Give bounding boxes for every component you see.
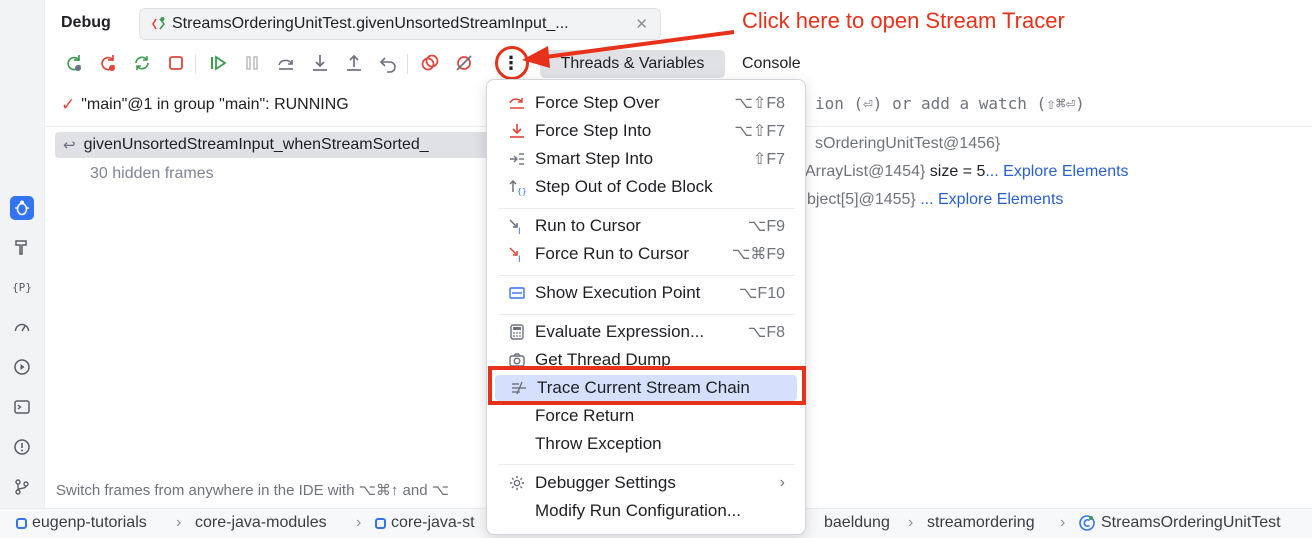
menu-separator (499, 464, 795, 465)
chevron-right-icon: › (779, 474, 785, 491)
stack-frame-row[interactable]: ↩ givenUnsortedStreamInput_whenStreamSor… (55, 132, 515, 158)
breadcrumb-label: StreamsOrderingUnitTest (1101, 514, 1281, 531)
run-to-cursor-icon: I (507, 216, 527, 236)
force-run-to-cursor-icon: I (507, 244, 527, 264)
menu-item-shortcut: ⌥F10 (738, 285, 785, 302)
breadcrumb-item[interactable]: eugenp-tutorials (16, 514, 147, 532)
gear-icon (507, 473, 527, 493)
git-icon[interactable] (10, 475, 34, 499)
force-step-into-icon (507, 121, 527, 141)
menu-item-label: Force Run to Cursor (535, 244, 689, 263)
menu-item-debugger-settings[interactable]: Debugger Settings › (493, 470, 799, 496)
class-icon (1079, 515, 1095, 531)
module-icon (16, 517, 27, 529)
menu-item-label: Show Execution Point (535, 283, 701, 302)
menu-item-shortcut: ⌥⇧F8 (734, 95, 785, 112)
variable-row-array[interactable]: bject[5]@1455} ... Explore Elements (807, 191, 1063, 209)
breadcrumb-label: baeldung (824, 514, 890, 531)
variable-value: ArrayList@1454} (805, 163, 926, 180)
variables-icon[interactable]: {P} (10, 275, 34, 299)
svg-text:{}: {} (517, 187, 526, 196)
menu-item-label: Force Step Over (535, 93, 660, 112)
thread-status: "main"@1 in group "main": RUNNING (81, 96, 349, 113)
breadcrumb-label: streamordering (927, 514, 1035, 531)
menu-item-force-step-into[interactable]: Force Step Into ⌥⇧F7 (493, 118, 799, 144)
execution-point-icon (507, 283, 527, 303)
chevron-right-icon: › (908, 514, 914, 531)
hammer-icon[interactable] (10, 235, 34, 259)
svg-text:I: I (518, 227, 521, 235)
checkmark-icon: ✓ (61, 95, 76, 114)
menu-item-run-to-cursor[interactable]: I Run to Cursor ⌥F9 (493, 213, 799, 239)
menu-item-evaluate-expression[interactable]: Evaluate Expression... ⌥F8 (493, 319, 799, 345)
menu-item-shortcut: ⌥⇧F7 (734, 123, 785, 140)
chevron-right-icon: › (176, 514, 182, 531)
menu-item-label: Modify Run Configuration... (535, 501, 741, 520)
problems-icon[interactable] (10, 435, 34, 459)
smart-step-into-icon (507, 149, 527, 169)
menu-separator (499, 208, 795, 209)
menu-item-modify-run-configuration[interactable]: Modify Run Configuration... (493, 498, 799, 524)
module-icon (375, 517, 386, 529)
menu-separator (499, 275, 795, 276)
menu-item-label: Evaluate Expression... (535, 322, 705, 341)
force-step-over-icon (507, 93, 527, 113)
breadcrumb-item[interactable]: baeldung (824, 514, 890, 532)
switch-frames-hint: Switch frames from anywhere in the IDE w… (56, 482, 450, 499)
terminal-icon[interactable] (10, 395, 34, 419)
return-arrow-icon: ↩ (63, 137, 76, 154)
breadcrumb-item[interactable]: streamordering (927, 514, 1035, 532)
menu-item-shortcut: ⌥⌘F9 (731, 246, 785, 263)
menu-separator (499, 314, 795, 315)
menu-item-shortcut: ⇧F7 (752, 151, 785, 168)
more-actions-menu: Force Step Over ⌥⇧F8 Force Step Into ⌥⇧F… (486, 79, 806, 535)
svg-text:I: I (518, 255, 521, 263)
chevron-right-icon: › (356, 514, 362, 531)
breadcrumb-item[interactable]: StreamsOrderingUnitTest (1078, 514, 1281, 532)
variable-row-list[interactable]: ArrayList@1454} size = 5... Explore Elem… (805, 163, 1129, 181)
annotation-arrow (522, 30, 735, 68)
menu-item-shortcut: ⌥F8 (747, 324, 785, 341)
explore-elements-link[interactable]: ... Explore Elements (920, 191, 1063, 208)
variable-size: size = 5 (929, 163, 986, 180)
breadcrumb-label: core-java-st (391, 514, 475, 531)
menu-item-label: Force Step Into (535, 121, 652, 140)
menu-item-shortcut: ⌥F9 (747, 218, 785, 235)
breadcrumb-item[interactable]: core-java-st (375, 514, 475, 532)
menu-item-throw-exception[interactable]: Throw Exception (493, 431, 799, 457)
menu-item-label: Smart Step Into (535, 149, 654, 168)
stack-frame-label: givenUnsortedStreamInput_whenStreamSorte… (83, 136, 429, 153)
step-out-block-icon: {} (507, 177, 527, 197)
services-icon[interactable] (10, 355, 34, 379)
menu-item-label: Debugger Settings (535, 473, 676, 492)
menu-item-label: Force Return (535, 406, 635, 425)
watch-hint[interactable]: ion (⏎) or add a watch (⇧⌘⏎) (815, 94, 1085, 113)
menu-item-force-return[interactable]: Force Return (493, 403, 799, 429)
menu-item-force-step-over[interactable]: Force Step Over ⌥⇧F8 (493, 90, 799, 116)
menu-item-show-execution-point[interactable]: Show Execution Point ⌥F10 (493, 280, 799, 306)
explore-elements-link[interactable]: ... Explore Elements (985, 163, 1128, 180)
menu-item-force-run-to-cursor[interactable]: I Force Run to Cursor ⌥⌘F9 (493, 241, 799, 267)
thread-selector[interactable]: ✓ "main"@1 in group "main": RUNNING (61, 95, 349, 115)
hidden-frames-label[interactable]: 30 hidden frames (90, 165, 214, 183)
menu-item-smart-step-into[interactable]: Smart Step Into ⇧F7 (493, 146, 799, 172)
menu-item-step-out-of-code-block[interactable]: {} Step Out of Code Block (493, 174, 799, 200)
breadcrumb-label: eugenp-tutorials (32, 514, 147, 531)
breadcrumb-label: core-java-modules (195, 514, 327, 531)
calculator-icon (507, 322, 527, 342)
gauge-icon[interactable] (10, 315, 34, 339)
breadcrumb-item[interactable]: core-java-modules (195, 514, 327, 532)
variable-row-this[interactable]: sOrderingUnitTest@1456} (815, 135, 1000, 153)
menu-item-label: Step Out of Code Block (535, 177, 713, 196)
chevron-right-icon: › (1060, 514, 1066, 531)
annotation-highlight-box (488, 366, 806, 405)
menu-item-label: Run to Cursor (535, 216, 641, 235)
annotation-text: Click here to open Stream Tracer (742, 8, 1065, 33)
menu-item-label: Throw Exception (535, 434, 662, 453)
variable-value: sOrderingUnitTest@1456} (815, 135, 1001, 152)
variable-value: bject[5]@1455} (807, 191, 916, 208)
debug-icon[interactable] (10, 196, 34, 220)
